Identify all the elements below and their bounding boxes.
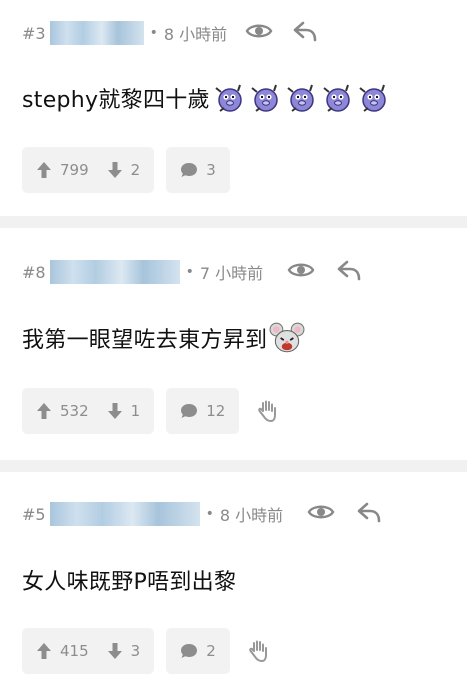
floor-number: #3 — [22, 23, 46, 43]
comment-content: 我第一眼望咗去東方昇到 — [22, 318, 307, 358]
reply-count: 12 — [206, 402, 226, 420]
downvote-button[interactable]: 3 — [107, 642, 141, 660]
separator-dot: • — [149, 25, 158, 41]
comment-meta: #8 • 7 小時前 — [22, 259, 361, 285]
reply-count-button[interactable]: 3 — [166, 147, 230, 193]
separator-dot: • — [205, 506, 214, 522]
comment-card: #3 • 8 小時前 stephy就黎四十歲 799 2 3 — [0, 0, 467, 216]
downvote-button[interactable]: 1 — [107, 402, 141, 420]
eye-icon[interactable] — [245, 21, 273, 45]
speech-bubble-icon — [181, 163, 198, 177]
comment-text: stephy就黎四十歲 — [22, 88, 210, 113]
downvote-count: 3 — [130, 642, 141, 660]
upvote-count: 799 — [60, 161, 89, 179]
comment-actions: 532 1 12 — [22, 388, 279, 434]
laughing-mouse-emoji — [269, 322, 305, 353]
speech-bubble-icon — [181, 404, 198, 418]
comment-actions: 415 3 2 — [22, 628, 270, 674]
dancing-pig-emoji — [287, 84, 314, 112]
vote-buttons: 532 1 — [22, 388, 155, 434]
comment-text: 女人味既野P唔到出黎 — [22, 570, 237, 595]
emoji-row — [212, 81, 392, 115]
downvote-arrow-icon — [107, 162, 122, 178]
floor-number: #5 — [22, 504, 46, 524]
reply-icon[interactable] — [337, 259, 361, 285]
upvote-count: 415 — [60, 642, 89, 660]
upvote-arrow-icon — [37, 162, 51, 178]
comment-meta: #5 • 8 小時前 — [22, 501, 381, 527]
vote-buttons: 415 3 — [22, 628, 155, 674]
vote-buttons: 799 2 — [22, 147, 155, 193]
timestamp: 7 小時前 — [199, 264, 264, 283]
section-divider — [0, 460, 467, 472]
speech-bubble-icon — [181, 644, 198, 658]
dancing-pig-emoji — [323, 84, 350, 112]
blurred-username[interactable] — [49, 260, 180, 284]
comment-actions: 799 2 3 — [22, 147, 242, 193]
upvote-button[interactable]: 799 — [36, 161, 89, 179]
floor-number: #8 — [22, 262, 46, 282]
eye-icon[interactable] — [287, 260, 315, 284]
eye-icon[interactable] — [307, 502, 335, 526]
downvote-button[interactable]: 2 — [107, 161, 141, 179]
comment-card: #5 • 8 小時前 女人味既野P唔到出黎 415 3 2 — [0, 472, 467, 694]
reply-count: 2 — [206, 642, 216, 660]
upvote-count: 532 — [60, 402, 89, 420]
upvote-button[interactable]: 532 — [36, 402, 89, 420]
dancing-pig-emoji — [215, 84, 242, 112]
comment-text: 我第一眼望咗去東方昇到 — [22, 328, 268, 353]
dancing-pig-emoji — [359, 84, 386, 112]
report-hand-icon[interactable] — [257, 399, 279, 423]
comment-meta: #3 • 8 小時前 — [22, 20, 317, 46]
timestamp: 8 小時前 — [163, 25, 228, 44]
upvote-arrow-icon — [37, 403, 51, 419]
downvote-arrow-icon — [107, 643, 122, 659]
reply-icon[interactable] — [293, 20, 317, 46]
reply-icon[interactable] — [357, 501, 381, 527]
downvote-count: 1 — [130, 402, 141, 420]
upvote-button[interactable]: 415 — [36, 642, 89, 660]
dancing-pig-emoji — [251, 84, 278, 112]
upvote-arrow-icon — [37, 643, 51, 659]
reply-count: 3 — [206, 161, 216, 179]
report-hand-icon[interactable] — [248, 639, 270, 663]
blurred-username[interactable] — [49, 502, 200, 526]
comment-content: 女人味既野P唔到出黎 — [22, 560, 236, 600]
downvote-count: 2 — [130, 161, 141, 179]
blurred-username[interactable] — [49, 21, 144, 45]
reply-count-button[interactable]: 12 — [166, 388, 240, 434]
downvote-arrow-icon — [107, 403, 122, 419]
reply-count-button[interactable]: 2 — [166, 628, 230, 674]
comment-card: #8 • 7 小時前 我第一眼望咗去東方昇到 532 1 12 — [0, 228, 467, 460]
section-divider — [0, 216, 467, 228]
comment-content: stephy就黎四十歲 — [22, 78, 392, 118]
separator-dot: • — [185, 264, 194, 280]
timestamp: 8 小時前 — [219, 506, 284, 525]
